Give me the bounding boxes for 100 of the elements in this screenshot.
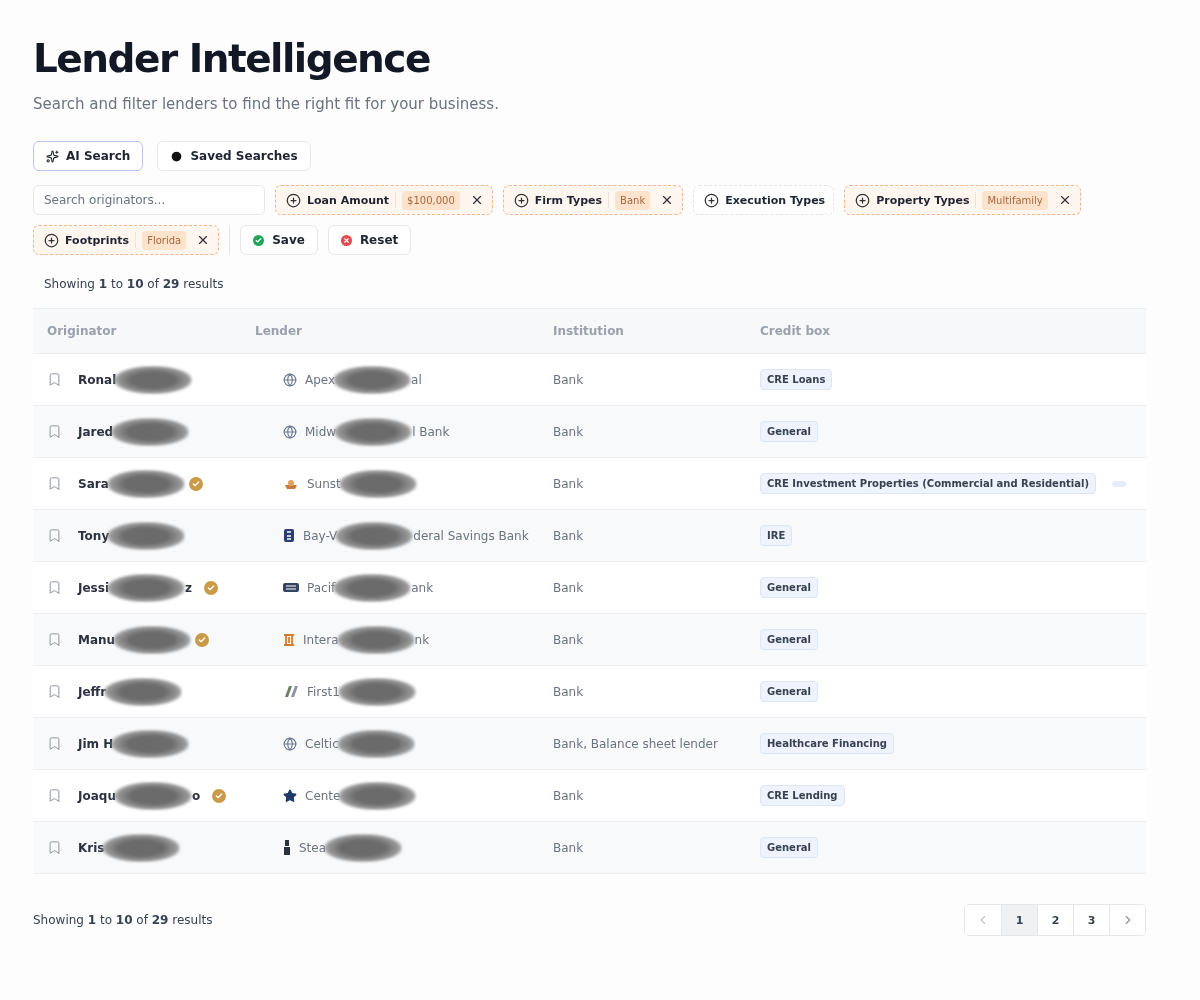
originator-name: Jeffr [78,684,107,699]
filter-value: Multifamily [982,190,1048,210]
filter-label: Property Types [876,193,970,207]
globe-icon [283,372,297,387]
tower-logo-icon [283,840,291,855]
lender-name: Bay-V [303,528,338,543]
credit-box-tag: CRE Loans [760,369,833,390]
bookmark-icon[interactable] [47,840,62,855]
lender-name: ank [411,580,434,595]
filter-chip[interactable]: Firm Types Bank [502,185,684,215]
institution-cell-text: Bank [552,840,585,855]
institution-cell-text: Bank [552,684,585,699]
originator-name: Ronal [78,372,117,387]
filter-value: Bank [615,190,651,210]
lender-name: l Bank [412,424,450,439]
pillar-logo-icon [283,632,295,647]
filter-chip[interactable]: Footprints Florida [33,225,220,255]
filter-label: Execution Types [725,193,826,207]
lender-name: Midw [305,424,337,439]
page-title: Lender Intelligence [33,36,431,81]
filter-chip[interactable]: Execution Types [693,185,835,215]
institution-cell-text: Bank [552,476,585,491]
institution-cell-text: Bank [552,424,585,439]
results-summary: Showing 1 to 10 of 29 results [33,913,213,927]
saved-searches-button[interactable]: Saved Searches [157,141,311,171]
credit-box-tag: CRE Investment Properties (Commercial and Residential) [760,473,1096,494]
search-field[interactable]: Search originators... [33,185,265,215]
column-header: Originator [46,324,118,338]
bookmark-icon[interactable] [47,736,62,751]
lender-name: nk [414,632,430,647]
bookmark-icon[interactable] [47,528,62,543]
next-page-button[interactable] [1109,905,1145,935]
filter-chip[interactable]: Loan Amount $100,000 [275,185,493,215]
bookmark-icon[interactable] [47,580,62,595]
column-header: Institution [552,324,625,338]
plus-circle-icon [286,192,301,208]
filter-value: $100,000 [402,190,460,210]
logo-mark-icon [283,685,299,698]
lender-name: Intera [303,632,339,647]
credit-box-tag: General [760,837,818,858]
lender-name: Celtic [305,736,339,751]
originator-name: Kris [78,840,105,855]
lender-name: Sunst [307,476,341,491]
column-header: Credit box [759,324,832,338]
lender-name: Pacif [307,580,336,595]
credit-box-tag: CRE Lending [760,785,845,806]
lender-name: Apex [305,372,336,387]
shield-logo-icon [283,528,295,543]
bookmark-icon[interactable] [47,788,62,803]
filter-value: Florida [142,230,187,250]
institution-cell-text: Bank [552,528,585,543]
plus-circle-icon [513,192,529,208]
lender-name: al [411,372,422,387]
originator-name: Manu [78,632,116,647]
institution-cell-text: Bank [552,632,585,647]
originator-name: o [191,788,201,803]
globe-icon [283,736,297,751]
lender-name: First1 [307,684,340,699]
originator-name: Jim H [78,736,114,751]
plus-circle-icon [44,232,59,248]
plus-circle-icon [855,192,871,208]
credit-box-tag: General [760,577,818,598]
credit-box-tag: IRE [760,525,793,546]
save-button[interactable]: Save [240,225,318,255]
bookmark-icon[interactable] [47,632,62,647]
credit-box-tag: General [760,629,818,650]
credit-box-tag: General [760,421,818,442]
originator-name: Jared [78,424,114,439]
filter-label: Footprints [65,233,130,247]
page-subtitle: Search and filter lenders to find the right fit for your business. [33,95,500,113]
wordmark-logo-icon [283,583,299,592]
filter-chip[interactable]: Property Types Multifamily [844,185,1081,215]
bookmark-icon[interactable] [47,424,62,439]
bookmark-icon[interactable] [47,684,62,699]
lender-name: Stea [299,840,327,855]
originator-name: Joaqu [78,788,116,803]
sparkle-icon [46,149,59,163]
results-summary: Showing 1 to 10 of 29 results [44,277,224,291]
credit-box-tag: Healthcare Financing [760,733,894,754]
institution-cell-text: Bank [552,580,585,595]
check-circle-icon [253,234,265,246]
institution-cell-text: Bank [552,788,585,803]
bookmark-icon[interactable] [47,476,62,491]
plus-circle-icon [704,192,720,208]
lender-name: deral Savings Bank [413,528,529,543]
ai-search-button[interactable]: AI Search [33,141,144,171]
filter-label: Firm Types [534,193,603,207]
originator-name: z [185,580,192,595]
originator-name: Jessi [78,580,109,595]
lender-name: Cente [305,788,341,803]
star-icon [283,788,297,803]
page-button[interactable]: 1 [1001,905,1037,935]
filter-label: Loan Amount [307,193,390,207]
credit-box-tag: General [760,681,818,702]
reset-button[interactable]: Reset [327,225,412,255]
x-circle-icon [340,234,352,246]
originator-name: Sara [78,476,109,491]
bookmark-icon[interactable] [47,372,62,387]
institution-cell-text: Bank [552,372,585,387]
column-header: Lender [254,324,303,338]
